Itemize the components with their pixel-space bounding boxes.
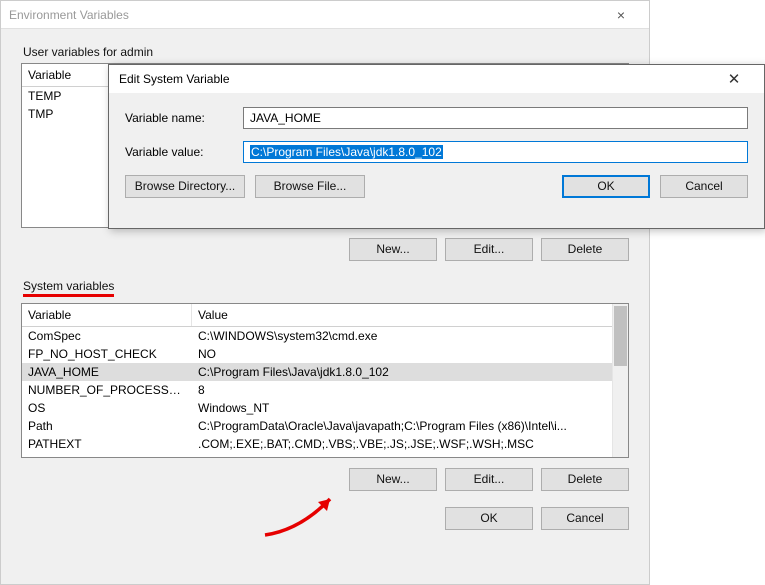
- scrollbar[interactable]: [612, 304, 628, 457]
- system-variables-label: System variables: [21, 279, 629, 297]
- list-header: Variable Value: [22, 304, 628, 327]
- system-edit-button[interactable]: Edit...: [445, 468, 533, 491]
- cell-variable: NUMBER_OF_PROCESSORS: [22, 381, 192, 399]
- cell-variable: OS: [22, 399, 192, 417]
- table-row[interactable]: NUMBER_OF_PROCESSORS8: [22, 381, 628, 399]
- titlebar: Edit System Variable ✕: [109, 65, 764, 93]
- table-row[interactable]: PATHEXT.COM;.EXE;.BAT;.CMD;.VBS;.VBE;.JS…: [22, 435, 628, 453]
- cell-value: C:\WINDOWS\system32\cmd.exe: [192, 327, 628, 345]
- system-delete-button[interactable]: Delete: [541, 468, 629, 491]
- cell-variable: Path: [22, 417, 192, 435]
- user-new-button[interactable]: New...: [349, 238, 437, 261]
- cell-value: .COM;.EXE;.BAT;.CMD;.VBS;.VBE;.JS;.JSE;.…: [192, 435, 628, 453]
- variable-name-label: Variable name:: [125, 111, 243, 125]
- table-row[interactable]: FP_NO_HOST_CHECKNO: [22, 345, 628, 363]
- scrollbar-thumb[interactable]: [614, 306, 627, 366]
- cell-variable: JAVA_HOME: [22, 363, 192, 381]
- cell-value: Windows_NT: [192, 399, 628, 417]
- cell-variable: PATHEXT: [22, 435, 192, 453]
- browse-file-button[interactable]: Browse File...: [255, 175, 365, 198]
- user-delete-button[interactable]: Delete: [541, 238, 629, 261]
- close-icon[interactable]: ✕: [714, 70, 754, 88]
- cell-value: C:\ProgramData\Oracle\Java\javapath;C:\P…: [192, 417, 628, 435]
- user-variables-label: User variables for admin: [21, 45, 629, 59]
- variable-value-input[interactable]: C:\Program Files\Java\jdk1.8.0_102: [243, 141, 748, 163]
- edit-system-variable-dialog: Edit System Variable ✕ Variable name: JA…: [108, 64, 765, 229]
- titlebar: Environment Variables ×: [1, 1, 649, 29]
- table-row[interactable]: ComSpecC:\WINDOWS\system32\cmd.exe: [22, 327, 628, 345]
- system-variables-list[interactable]: Variable Value ComSpecC:\WINDOWS\system3…: [21, 303, 629, 458]
- user-edit-button[interactable]: Edit...: [445, 238, 533, 261]
- column-value[interactable]: Value: [192, 304, 628, 326]
- ok-button[interactable]: OK: [445, 507, 533, 530]
- window-title: Environment Variables: [9, 8, 601, 22]
- cancel-button[interactable]: Cancel: [660, 175, 748, 198]
- ok-button[interactable]: OK: [562, 175, 650, 198]
- column-variable[interactable]: Variable: [22, 304, 192, 326]
- cell-value: C:\Program Files\Java\jdk1.8.0_102: [192, 363, 628, 381]
- close-icon[interactable]: ×: [601, 7, 641, 23]
- cell-variable: ComSpec: [22, 327, 192, 345]
- dialog-title: Edit System Variable: [119, 72, 714, 86]
- cancel-button[interactable]: Cancel: [541, 507, 629, 530]
- cell-value: NO: [192, 345, 628, 363]
- cell-value: 8: [192, 381, 628, 399]
- browse-directory-button[interactable]: Browse Directory...: [125, 175, 245, 198]
- system-new-button[interactable]: New...: [349, 468, 437, 491]
- table-row[interactable]: OSWindows_NT: [22, 399, 628, 417]
- table-row[interactable]: JAVA_HOMEC:\Program Files\Java\jdk1.8.0_…: [22, 363, 628, 381]
- cell-variable: FP_NO_HOST_CHECK: [22, 345, 192, 363]
- variable-name-input[interactable]: JAVA_HOME: [243, 107, 748, 129]
- variable-value-label: Variable value:: [125, 145, 243, 159]
- table-row[interactable]: PathC:\ProgramData\Oracle\Java\javapath;…: [22, 417, 628, 435]
